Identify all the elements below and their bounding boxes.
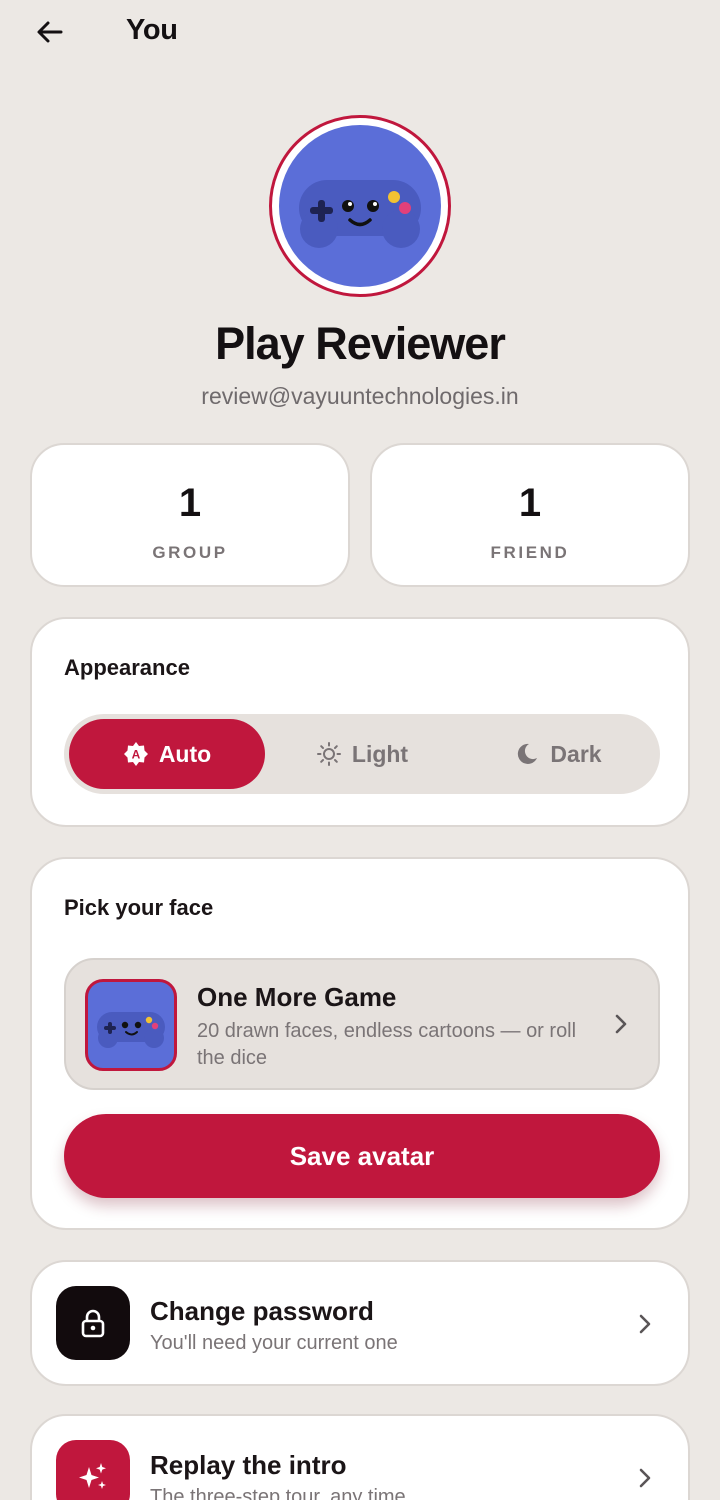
chevron-right-icon bbox=[639, 1314, 651, 1334]
replay-intro-title: Replay the intro bbox=[150, 1450, 347, 1480]
theme-segmented-control: A Auto Light Dark bbox=[64, 714, 660, 794]
sun-icon bbox=[316, 742, 341, 766]
back-button[interactable] bbox=[26, 10, 74, 54]
chevron-right-icon bbox=[615, 1014, 627, 1034]
gamepad-face-icon bbox=[97, 1012, 165, 1048]
theme-option-light-label: Light bbox=[351, 740, 409, 767]
page-title: You bbox=[126, 14, 178, 46]
avatar[interactable] bbox=[269, 115, 451, 297]
theme-option-light[interactable]: Light bbox=[264, 719, 460, 789]
profile-email: review@vayuuntechnologies.in bbox=[201, 383, 519, 409]
face-pack-selector[interactable]: One More Game 20 drawn faces, endless ca… bbox=[64, 958, 660, 1090]
profile-screen: You Play Reviewer review@vayuuntechnolog… bbox=[0, 0, 720, 1500]
gamepad-face-icon bbox=[279, 125, 441, 287]
pick-face-heading: Pick your face bbox=[64, 895, 214, 920]
groups-label: GROUP bbox=[152, 543, 228, 562]
change-password-title: Change password bbox=[150, 1296, 374, 1326]
moon-icon bbox=[518, 743, 538, 764]
change-password-subtitle: You'll need your current one bbox=[150, 1332, 398, 1354]
face-pack-description: 20 drawn faces, endless cartoons — or ro… bbox=[197, 1020, 577, 1069]
theme-option-auto-label: Auto bbox=[158, 740, 212, 767]
groups-stat-card[interactable]: 1 GROUP bbox=[30, 443, 350, 587]
auto-theme-icon: A bbox=[123, 742, 148, 766]
groups-count: 1 bbox=[178, 481, 202, 525]
friends-label: FRIEND bbox=[490, 543, 570, 562]
pick-face-card: Pick your face One More Game 20 drawn fa… bbox=[30, 857, 690, 1230]
theme-option-auto[interactable]: A Auto bbox=[69, 719, 265, 789]
sparkles-icon bbox=[56, 1440, 130, 1500]
replay-intro-subtitle: The three-step tour, any time bbox=[150, 1486, 406, 1500]
lock-icon bbox=[56, 1286, 130, 1360]
svg-text:A: A bbox=[131, 748, 140, 762]
chevron-right-icon bbox=[639, 1468, 651, 1488]
theme-option-dark[interactable]: Dark bbox=[460, 719, 656, 789]
profile-name: Play Reviewer bbox=[215, 318, 506, 369]
save-avatar-button[interactable]: Save avatar bbox=[64, 1114, 660, 1198]
appearance-heading: Appearance bbox=[64, 655, 190, 680]
face-pack-thumbnail bbox=[85, 979, 177, 1071]
friends-stat-card[interactable]: 1 FRIEND bbox=[370, 443, 690, 587]
arrow-left-icon bbox=[37, 21, 63, 43]
appearance-card: Appearance A Auto Light Dark bbox=[30, 617, 690, 827]
face-pack-title: One More Game bbox=[197, 982, 397, 1012]
top-bar: You bbox=[0, 0, 720, 64]
replay-intro-row[interactable]: Replay the intro The three-step tour, an… bbox=[30, 1414, 690, 1500]
change-password-row[interactable]: Change password You'll need your current… bbox=[30, 1260, 690, 1386]
friends-count: 1 bbox=[518, 481, 542, 525]
theme-option-dark-label: Dark bbox=[550, 740, 602, 767]
